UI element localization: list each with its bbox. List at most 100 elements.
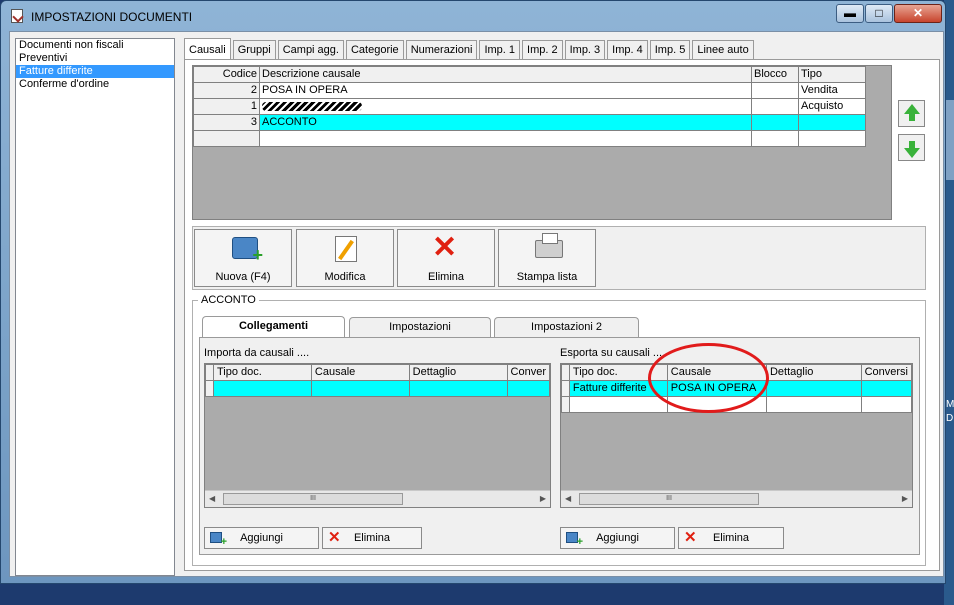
window-client-area: Documenti non fiscali Preventivi Fatture… — [9, 31, 944, 577]
list-item-selected[interactable]: Fatture differite — [16, 65, 174, 78]
table-row-selected[interactable]: 3 ACCONTO — [193, 114, 866, 131]
table-header-row: Tipo doc. Causale Dettaglio Conversi — [561, 364, 912, 381]
scroll-thumb[interactable]: III — [579, 493, 759, 505]
desktop-scrollbar-strip — [946, 100, 954, 180]
tab-imp-5[interactable]: Imp. 5 — [649, 40, 691, 59]
import-horizontal-scrollbar[interactable]: ◀ III ▶ — [205, 490, 550, 507]
scroll-right-icon[interactable]: ▶ — [540, 494, 546, 503]
scroll-thumb[interactable]: III — [223, 493, 403, 505]
tab-imp-1[interactable]: Imp. 1 — [479, 40, 521, 59]
delete-button[interactable]: ✕ Elimina — [397, 229, 495, 287]
cell-tipo: Acquisto — [798, 98, 866, 115]
minimize-button[interactable]: ▬ — [836, 4, 864, 23]
import-section-title: Importa da causali .... — [204, 347, 310, 359]
cell-codice: 2 — [193, 82, 260, 99]
column-header-codice[interactable]: Codice — [193, 66, 260, 83]
causali-grid[interactable]: Codice Descrizione causale Blocco Tipo 2… — [192, 65, 892, 220]
list-item[interactable]: Preventivi — [16, 52, 174, 65]
new-record-icon — [232, 237, 263, 266]
move-down-button[interactable] — [898, 134, 925, 161]
column-header-conversione[interactable]: Conver — [506, 364, 550, 381]
export-table: Tipo doc. Causale Dettaglio Conversi Fat… — [561, 364, 912, 413]
tab-impostazioni[interactable]: Impostazioni — [349, 317, 491, 337]
delete-button-label: Elimina — [353, 532, 391, 544]
tab-gruppi[interactable]: Gruppi — [232, 40, 276, 59]
cell-descrizione-redacted — [259, 98, 752, 115]
cell-blocco — [751, 82, 799, 99]
tab-categorie[interactable]: Categorie — [345, 40, 404, 59]
column-header-tipo[interactable]: Tipo — [798, 66, 866, 83]
tab-causali[interactable]: Causali — [184, 38, 231, 59]
table-row[interactable]: 1 Acquisto — [193, 98, 866, 115]
new-button-label: Nuova (F4) — [215, 271, 271, 283]
print-list-button[interactable]: Stampa lista — [498, 229, 596, 287]
scroll-left-icon[interactable]: ◀ — [209, 494, 215, 503]
document-type-list[interactable]: Documenti non fiscali Preventivi Fatture… — [15, 38, 175, 576]
scroll-left-icon[interactable]: ◀ — [565, 494, 571, 503]
column-header-dettaglio[interactable]: Dettaglio — [408, 364, 508, 381]
export-section-title: Esporta su causali .... — [560, 347, 666, 359]
list-item[interactable]: Conferme d'ordine — [16, 78, 174, 91]
causali-table: Codice Descrizione causale Blocco Tipo 2… — [193, 66, 866, 147]
list-item[interactable]: Documenti non fiscali — [16, 39, 174, 52]
table-row-new[interactable] — [561, 396, 912, 413]
causale-detail-group: ACCONTO Collegamenti Impostazioni Impost… — [192, 294, 926, 566]
export-delete-button[interactable]: ✕ Elimina — [678, 527, 784, 549]
group-title: ACCONTO — [198, 294, 259, 306]
import-grid[interactable]: Tipo doc. Causale Dettaglio Conver ◀ III… — [204, 363, 551, 508]
edit-button-label: Modifica — [324, 271, 366, 283]
column-header-blocco[interactable]: Blocco — [751, 66, 799, 83]
column-header-tipo-doc[interactable]: Tipo doc. — [568, 364, 668, 381]
cell-conversione — [860, 380, 912, 397]
cell-tipo-doc: Fatture differite — [568, 380, 668, 397]
column-header-descrizione[interactable]: Descrizione causale — [259, 66, 752, 83]
edit-button[interactable]: Modifica — [296, 229, 394, 287]
table-row[interactable]: 2 POSA IN OPERA Vendita — [193, 82, 866, 99]
delete-button-label: Elimina — [712, 532, 750, 544]
main-tabs: Causali Gruppi Campi agg. Categorie Nume… — [184, 38, 756, 59]
tab-collegamenti[interactable]: Collegamenti — [202, 316, 345, 338]
column-header-dettaglio[interactable]: Dettaglio — [765, 364, 862, 381]
printer-icon — [535, 233, 563, 258]
arrow-up-icon — [904, 104, 920, 121]
desktop-partial-text: M D — [946, 399, 954, 424]
cell-blocco — [751, 114, 799, 131]
document-icon — [11, 9, 23, 23]
tab-imp-4[interactable]: Imp. 4 — [607, 40, 648, 59]
column-header-causale[interactable]: Causale — [666, 364, 767, 381]
tab-imp-3[interactable]: Imp. 3 — [564, 40, 606, 59]
column-header-tipo-doc[interactable]: Tipo doc. — [212, 364, 312, 381]
column-header-causale[interactable]: Causale — [310, 364, 410, 381]
cell-descrizione: ACCONTO — [259, 114, 752, 131]
scroll-right-icon[interactable]: ▶ — [902, 494, 908, 503]
cell-tipo: Vendita — [798, 82, 866, 99]
blurred-background-menu — [191, 5, 461, 15]
tab-impostazioni-2[interactable]: Impostazioni 2 — [494, 317, 639, 337]
delete-x-icon: ✕ — [432, 231, 458, 264]
column-header-conversione[interactable]: Conversi — [860, 364, 912, 381]
table-row-empty[interactable] — [193, 130, 866, 147]
add-button-label: Aggiungi — [596, 532, 639, 544]
title-bar: IMPOSTAZIONI DOCUMENTI ▬ □ ✕ — [1, 1, 945, 31]
arrow-down-icon — [904, 141, 920, 158]
tab-imp-2[interactable]: Imp. 2 — [522, 40, 563, 59]
redaction-scribble — [262, 101, 362, 111]
table-row-selected[interactable]: Fatture differite POSA IN OPERA — [561, 380, 912, 397]
cell-blocco — [751, 98, 799, 115]
close-button[interactable]: ✕ — [894, 4, 942, 23]
tab-linee-auto[interactable]: Linee auto — [692, 40, 754, 59]
export-add-button[interactable]: Aggiungi — [560, 527, 675, 549]
new-button[interactable]: Nuova (F4) — [194, 229, 292, 287]
tab-numerazioni[interactable]: Numerazioni — [405, 40, 478, 59]
cell-tipo — [798, 114, 866, 131]
delete-button-label: Elimina — [427, 271, 465, 283]
maximize-button[interactable]: □ — [865, 4, 893, 23]
causali-panel: Codice Descrizione causale Blocco Tipo 2… — [184, 59, 940, 571]
import-delete-button[interactable]: ✕ Elimina — [322, 527, 422, 549]
table-row-new[interactable] — [205, 380, 550, 397]
import-add-button[interactable]: Aggiungi — [204, 527, 319, 549]
tab-campi-agg[interactable]: Campi agg. — [277, 40, 344, 59]
export-horizontal-scrollbar[interactable]: ◀ III ▶ — [561, 490, 912, 507]
export-grid[interactable]: Tipo doc. Causale Dettaglio Conversi Fat… — [560, 363, 913, 508]
move-up-button[interactable] — [898, 100, 925, 127]
